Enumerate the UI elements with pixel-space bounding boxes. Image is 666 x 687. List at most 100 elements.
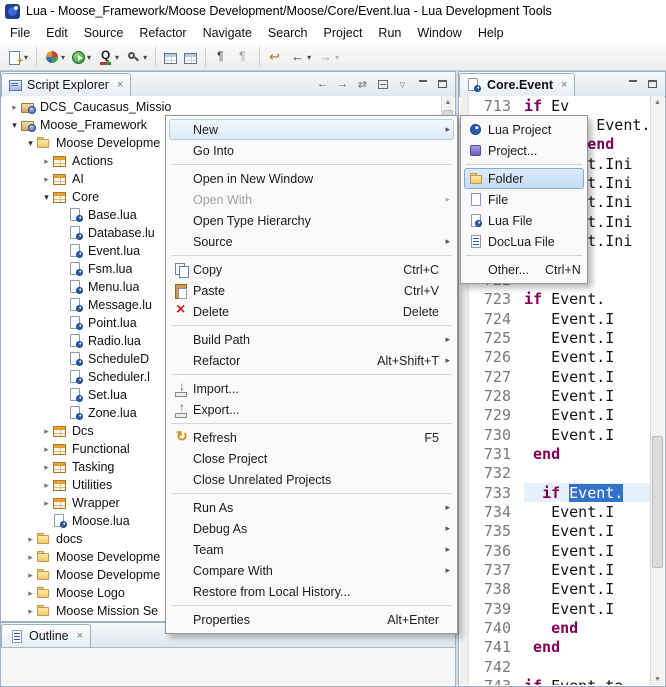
menu-item-open-type-hierarchy[interactable]: Open Type Hierarchy <box>169 210 454 231</box>
expander-collapsed-icon[interactable]: ▸ <box>24 606 37 617</box>
expander-collapsed-icon[interactable]: ▸ <box>40 174 53 185</box>
menu-item-import[interactable]: Import... <box>169 378 454 399</box>
close-icon[interactable]: × <box>77 630 83 642</box>
menu-item-close-project[interactable]: Close Project <box>169 448 454 469</box>
tab-outline[interactable]: Outline × <box>1 624 91 647</box>
submenu-item-lua-project[interactable]: Lua Project <box>464 119 584 140</box>
maximize-button[interactable] <box>434 76 451 92</box>
expander-collapsed-icon[interactable]: ▸ <box>24 588 37 599</box>
menu-item-go-into[interactable]: Go Into <box>169 140 454 161</box>
code-line-743[interactable]: 743if Event.ta <box>460 677 651 686</box>
menu-item-delete[interactable]: DeleteDelete <box>169 301 454 322</box>
code-line-728[interactable]: 728 Event.I <box>460 386 651 405</box>
submenu-item-doclua-file[interactable]: DocLua File <box>464 231 584 252</box>
code-line-730[interactable]: 730 Event.I <box>460 425 651 444</box>
close-icon[interactable]: × <box>117 79 123 91</box>
tab-script-explorer[interactable]: Script Explorer × <box>1 73 131 96</box>
scrollbar-thumb[interactable] <box>652 436 663 568</box>
menu-item-properties[interactable]: PropertiesAlt+Enter <box>169 609 454 630</box>
menu-window[interactable]: Window <box>409 23 469 43</box>
code-line-738[interactable]: 738 Event.I <box>460 580 651 599</box>
menu-item-build-path[interactable]: Build Path▸ <box>169 329 454 350</box>
menu-project[interactable]: Project <box>316 23 371 43</box>
show-whitespace-button[interactable] <box>211 46 232 68</box>
tree-item-dcs-caucasus-missio[interactable]: ▸DCS_Caucasus_Missio <box>2 98 442 116</box>
code-line-727[interactable]: 727 Event.I <box>460 367 651 386</box>
submenu-item-folder[interactable]: Folder <box>464 168 584 189</box>
expander-collapsed-icon[interactable]: ▸ <box>40 444 53 455</box>
menu-item-export[interactable]: Export... <box>169 399 454 420</box>
back-history-button[interactable]: ▾ <box>287 46 314 68</box>
menu-help[interactable]: Help <box>470 23 512 43</box>
menu-item-paste[interactable]: PasteCtrl+V <box>169 280 454 301</box>
forward-button[interactable] <box>334 76 351 92</box>
menu-item-team[interactable]: Team▸ <box>169 539 454 560</box>
code-line-729[interactable]: 729 Event.I <box>460 406 651 425</box>
tab-core-event[interactable]: Core.Event × <box>459 73 575 96</box>
menu-item-refresh[interactable]: RefreshF5 <box>169 427 454 448</box>
code-line-724[interactable]: 724 Event.I <box>460 309 651 328</box>
menu-search[interactable]: Search <box>260 23 316 43</box>
code-line-713[interactable]: 713if Ev <box>460 96 651 115</box>
code-line-723[interactable]: 723if Event. <box>460 290 651 309</box>
expander-collapsed-icon[interactable]: ▸ <box>24 570 37 581</box>
menu-item-close-unrelated-projects[interactable]: Close Unrelated Projects <box>169 469 454 490</box>
block-selection-button[interactable] <box>233 46 254 68</box>
expander-expanded-icon[interactable]: ▾ <box>40 192 53 203</box>
menu-item-debug-as[interactable]: Debug As▸ <box>169 518 454 539</box>
code-line-740[interactable]: 740 end <box>460 618 651 637</box>
run-external-tools-button[interactable]: ▾ <box>42 46 68 68</box>
code-line-732[interactable]: 732 <box>460 464 651 483</box>
submenu-item-lua-file[interactable]: Lua File <box>464 210 584 231</box>
menu-item-refactor[interactable]: RefactorAlt+Shift+T▸ <box>169 350 454 371</box>
scroll-up-icon[interactable]: ▲ <box>651 96 664 108</box>
code-line-734[interactable]: 734 Event.I <box>460 502 651 521</box>
close-icon[interactable]: × <box>561 79 567 91</box>
expander-collapsed-icon[interactable]: ▸ <box>24 534 37 545</box>
view-menu-button[interactable] <box>394 76 411 92</box>
expander-collapsed-icon[interactable]: ▸ <box>24 552 37 563</box>
code-line-739[interactable]: 739 Event.I <box>460 599 651 618</box>
scroll-down-icon[interactable]: ▼ <box>651 673 664 685</box>
scroll-up-icon[interactable]: ▲ <box>442 96 454 108</box>
code-line-737[interactable]: 737 Event.I <box>460 560 651 579</box>
expander-collapsed-icon[interactable]: ▸ <box>40 156 53 167</box>
maximize-button[interactable] <box>644 76 661 92</box>
expander-collapsed-icon[interactable]: ▸ <box>8 102 21 113</box>
menu-item-run-as[interactable]: Run As▸ <box>169 497 454 518</box>
back-button[interactable] <box>314 76 331 92</box>
expander-expanded-icon[interactable]: ▾ <box>24 138 37 149</box>
menu-source[interactable]: Source <box>76 23 132 43</box>
menu-item-source[interactable]: Source▸ <box>169 231 454 252</box>
new-wizard-button[interactable]: ▾ <box>4 46 31 68</box>
menu-item-compare-with[interactable]: Compare With▸ <box>169 560 454 581</box>
last-edit-location-button[interactable] <box>265 46 286 68</box>
menu-item-open-with[interactable]: Open With▸ <box>169 189 454 210</box>
submenu-item-project[interactable]: Project... <box>464 140 584 161</box>
search-button[interactable]: ▾ <box>123 46 150 68</box>
menu-file[interactable]: File <box>2 23 38 43</box>
code-line-731[interactable]: 731 end <box>460 444 651 463</box>
expander-expanded-icon[interactable]: ▾ <box>8 120 21 131</box>
minimize-button[interactable] <box>414 76 431 92</box>
table-view-1-button[interactable] <box>161 46 180 68</box>
expander-collapsed-icon[interactable]: ▸ <box>40 498 53 509</box>
submenu-item-other[interactable]: Other...Ctrl+N <box>464 259 584 280</box>
menu-run[interactable]: Run <box>370 23 409 43</box>
coverage-button[interactable]: ▾ <box>95 46 122 68</box>
menu-item-copy[interactable]: CopyCtrl+C <box>169 259 454 280</box>
editor-scrollbar[interactable]: ▲ ▼ <box>650 96 664 685</box>
collapse-all-button[interactable] <box>374 76 391 92</box>
forward-history-button[interactable]: ▾ <box>315 46 342 68</box>
link-with-editor-button[interactable] <box>354 76 371 92</box>
code-line-725[interactable]: 725 Event.I <box>460 328 651 347</box>
menu-refactor[interactable]: Refactor <box>131 23 194 43</box>
menu-item-restore-from-local-history[interactable]: Restore from Local History... <box>169 581 454 602</box>
run-button[interactable]: ▾ <box>69 46 94 68</box>
menu-edit[interactable]: Edit <box>38 23 76 43</box>
menu-item-new[interactable]: New▸ <box>169 119 454 140</box>
code-line-741[interactable]: 741 end <box>460 638 651 657</box>
minimize-button[interactable] <box>624 76 641 92</box>
code-line-742[interactable]: 742 <box>460 657 651 676</box>
menu-navigate[interactable]: Navigate <box>195 23 260 43</box>
